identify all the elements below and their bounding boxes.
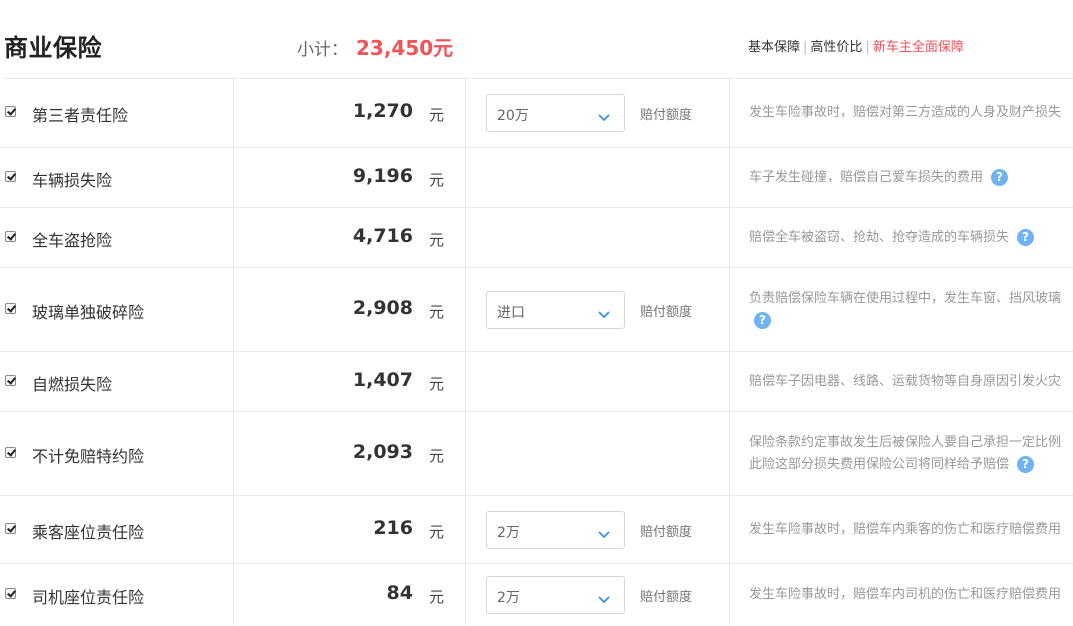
- section-header: 商业保险 小计： 23,450元 基本保障 | 高性价比 | 新车主全面保障: [0, 0, 1073, 78]
- limit-label: 赔付额度: [640, 305, 693, 320]
- coverage-name: 全车盗抢险: [32, 231, 113, 250]
- coverage-price: 9,196: [352, 165, 413, 187]
- coverage-description: 车子发生碰撞，赔偿自己爱车损失的费用?: [749, 167, 1073, 189]
- coverage-name: 第三者责任险: [32, 106, 129, 125]
- coverage-checkbox[interactable]: [5, 171, 16, 182]
- description-line: 赔偿全车被盗窃、抢劫、抢夺造成的车辆损失: [749, 230, 1010, 245]
- insurance-row: 车辆损失险 9,196 元 车子发生碰撞，赔偿自己爱车损失的费用?: [0, 147, 1073, 208]
- limit-label: 赔付额度: [640, 525, 693, 540]
- subtotal-amount: 23,450元: [356, 36, 454, 60]
- price-unit: 元: [429, 106, 445, 124]
- coverage-price: 216: [373, 517, 413, 539]
- plan-basic-link[interactable]: 基本保障: [748, 40, 800, 55]
- price-unit: 元: [429, 171, 445, 189]
- limit-select[interactable]: 进口: [486, 291, 625, 329]
- coverage-description: 保险条款约定事故发生后被保险人要自己承担一定比例 此险这部分损失费用保险公司将同样…: [749, 432, 1073, 476]
- price-unit: 元: [429, 375, 445, 393]
- coverage-name: 自燃损失险: [32, 375, 113, 394]
- coverage-description: 发生车险事故时，赔偿对第三方造成的人身及财产损失: [749, 102, 1073, 124]
- limit-select[interactable]: 20万: [486, 94, 625, 132]
- limit-select-value: 2万: [497, 525, 520, 541]
- description-line: 车子发生碰撞，赔偿自己爱车损失的费用: [749, 170, 984, 185]
- price-unit: 元: [429, 523, 445, 541]
- description-line: 负责赔偿保险车辆在使用过程中，发生车窗、挡风玻璃: [749, 291, 1062, 306]
- insurance-row: 乘客座位责任险 216 元 2万 赔付额度 发生车险事故时，赔偿车内乘客的伤亡和医疗赔偿费…: [0, 495, 1073, 564]
- description-line: 发生车险事故时，赔偿对第三方造成的人身及财产损失: [749, 105, 1062, 120]
- help-icon[interactable]: ?: [991, 169, 1009, 186]
- description-line: 保险条款约定事故发生后被保险人要自己承担一定比例: [749, 435, 1062, 450]
- coverage-price: 1,270: [352, 100, 413, 122]
- coverage-price: 2,093: [352, 441, 413, 463]
- chevron-down-icon: [598, 304, 610, 319]
- insurance-row: 全车盗抢险 4,716 元 赔偿全车被盗窃、抢劫、抢夺造成的车辆损失?: [0, 207, 1073, 268]
- limit-select-value: 2万: [497, 590, 520, 606]
- limit-label: 赔付额度: [640, 590, 693, 605]
- help-icon[interactable]: ?: [1017, 229, 1035, 246]
- chevron-down-icon: [598, 524, 610, 539]
- price-unit: 元: [429, 303, 445, 321]
- coverage-description: 赔偿车子因电器、线路、运载货物等自身原因引发火灾: [749, 371, 1073, 393]
- coverage-checkbox[interactable]: [5, 106, 16, 117]
- limit-select[interactable]: 2万: [486, 511, 625, 549]
- coverage-checkbox[interactable]: [5, 303, 16, 314]
- coverage-name: 车辆损失险: [32, 171, 113, 190]
- insurance-row: 第三者责任险 1,270 元 20万 赔付额度 发生车险事故时，赔偿对第三方造成的人身及财…: [0, 79, 1073, 147]
- coverage-description: 负责赔偿保险车辆在使用过程中，发生车窗、挡风玻璃?: [749, 288, 1073, 332]
- description-line: 赔偿车子因电器、线路、运载货物等自身原因引发火灾: [749, 374, 1062, 389]
- insurance-row: 不计免赔特约险 2,093 元 保险条款约定事故发生后被保险人要自己承担一定比例 此险这…: [0, 411, 1073, 496]
- coverage-name: 玻璃单独破碎险: [32, 303, 145, 322]
- description-line: 发生车险事故时，赔偿车内乘客的伤亡和医疗赔偿费用: [749, 522, 1062, 537]
- plan-newowner-link[interactable]: 新车主全面保障: [873, 40, 964, 55]
- price-unit: 元: [429, 231, 445, 249]
- coverage-checkbox[interactable]: [5, 588, 16, 599]
- coverage-name: 司机座位责任险: [32, 588, 145, 607]
- plan-separator: |: [865, 40, 870, 55]
- coverage-description: 发生车险事故时，赔偿车内乘客的伤亡和医疗赔偿费用: [749, 519, 1073, 541]
- plan-value-link[interactable]: 高性价比: [810, 40, 862, 55]
- insurance-row: 玻璃单独破碎险 2,908 元 进口 赔付额度 负责赔偿保险车辆在使用过程中，发生车窗、挡…: [0, 267, 1073, 352]
- limit-select-value: 进口: [497, 305, 525, 321]
- coverage-checkbox[interactable]: [5, 447, 16, 458]
- limit-select[interactable]: 2万: [486, 576, 625, 614]
- subtotal: 小计： 23,450元: [297, 32, 453, 61]
- coverage-price: 4,716: [352, 225, 413, 247]
- insurance-row: 自燃损失险 1,407 元 赔偿车子因电器、线路、运载货物等自身原因引发火灾: [0, 351, 1073, 412]
- limit-select-value: 20万: [497, 108, 529, 124]
- coverage-price: 1,407: [352, 369, 413, 391]
- coverage-checkbox[interactable]: [5, 231, 16, 242]
- help-icon[interactable]: ?: [1017, 456, 1035, 473]
- coverage-name: 乘客座位责任险: [32, 523, 145, 542]
- coverage-description: 发生车险事故时，赔偿车内司机的伤亡和医疗赔偿费用: [749, 584, 1073, 606]
- coverage-description: 赔偿全车被盗窃、抢劫、抢夺造成的车辆损失?: [749, 227, 1073, 249]
- price-unit: 元: [429, 588, 445, 606]
- plan-links: 基本保障 | 高性价比 | 新车主全面保障: [748, 36, 964, 55]
- coverage-name: 不计免赔特约险: [32, 447, 145, 466]
- coverage-checkbox[interactable]: [5, 523, 16, 534]
- description-line: 此险这部分损失费用保险公司将同样给予赔偿: [749, 457, 1010, 472]
- chevron-down-icon: [598, 107, 610, 122]
- insurance-row: 司机座位责任险 84 元 2万 赔付额度 发生车险事故时，赔偿车内司机的伤亡和医疗赔偿费用: [0, 563, 1073, 626]
- limit-label: 赔付额度: [640, 108, 693, 123]
- coverage-checkbox[interactable]: [5, 375, 16, 386]
- price-unit: 元: [429, 447, 445, 465]
- coverage-price: 84: [386, 582, 413, 604]
- plan-separator: |: [803, 40, 808, 55]
- coverage-price: 2,908: [352, 297, 413, 319]
- description-line: 发生车险事故时，赔偿车内司机的伤亡和医疗赔偿费用: [749, 587, 1062, 602]
- section-title: 商业保险: [4, 34, 102, 62]
- help-icon[interactable]: ?: [754, 312, 771, 329]
- chevron-down-icon: [598, 589, 610, 604]
- subtotal-label: 小计：: [297, 40, 348, 60]
